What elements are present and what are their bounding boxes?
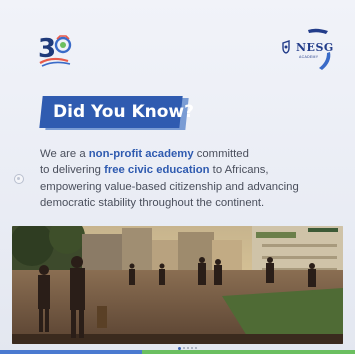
body-text-segment: We are a [40,148,89,160]
pager-dot[interactable] [183,347,185,349]
campus-scene-illustration [12,226,343,344]
prev-arrow-icon[interactable] [14,174,24,184]
nesg-name: NESG [296,41,334,54]
pager-dot[interactable] [187,347,189,349]
brand-bottom-bar [0,350,355,354]
did-you-know-badge: Did You Know? [39,96,194,131]
body-line-1: We are a non-profit academy committed [40,146,330,162]
highlight-non-profit: non-profit academy [88,148,194,160]
body-line-4: democratic stability throughout the cont… [40,196,265,209]
body-text-segment: to Africans, [209,164,269,177]
body-line-2: to delivering free civic education to Af… [40,162,330,178]
body-text-segment: committed [193,148,249,160]
pager-dot[interactable] [191,347,193,349]
anniversary-logo: 3 [38,34,78,68]
highlight-free-civic: free civic education [104,164,210,177]
heading: Did You Know? [53,102,194,122]
body-paragraph: We are a non-profit academy committed to… [40,146,330,211]
campus-photo [12,226,343,344]
anniversary-emblem-icon [39,35,72,67]
body-text-segment: to delivering [40,164,105,177]
pager-dot[interactable] [195,347,197,349]
body-line-3: empowering value-based citizenship and a… [40,180,299,193]
post-card: 3 NESG ACADEMY Did You Know? We are a no… [0,0,355,354]
nesg-sub: ACADEMY [299,55,319,59]
nesg-academy-logo: NESG ACADEMY [278,26,338,76]
